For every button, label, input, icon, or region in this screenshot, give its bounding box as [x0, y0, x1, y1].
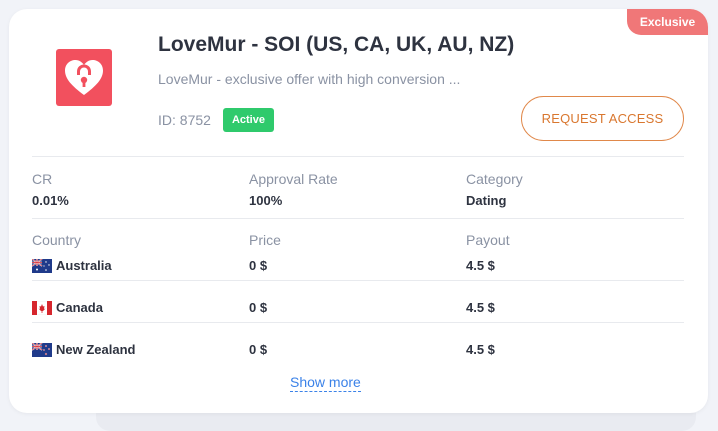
country-name: Australia: [56, 258, 112, 273]
stat-label-cr: CR: [32, 171, 53, 187]
divider: [32, 280, 684, 281]
table-row-country: New Zealand: [32, 342, 135, 357]
divider: [32, 218, 684, 219]
status-badge: Active: [222, 108, 274, 132]
stat-value-approval-rate: 100%: [249, 193, 283, 208]
table-row-price: 0 $: [249, 258, 268, 273]
request-access-button[interactable]: REQUEST ACCESS: [521, 96, 684, 141]
column-header-payout: Payout: [466, 232, 510, 248]
divider: [32, 322, 684, 323]
offer-description: LoveMur - exclusive offer with high conv…: [158, 71, 461, 87]
stat-value-category: Dating: [466, 193, 507, 208]
offer-card: Exclusive LoveMur - SOI (US, CA, UK, AU,…: [9, 9, 708, 413]
country-name: Canada: [56, 300, 103, 315]
stat-value-cr: 0.01%: [32, 193, 69, 208]
ca-flag-icon: [32, 300, 52, 315]
stat-label-category: Category: [466, 171, 523, 187]
card-stack-shadow: [96, 413, 696, 431]
column-header-price: Price: [249, 232, 281, 248]
stat-label-approval-rate: Approval Rate: [249, 171, 338, 187]
table-row-price: 0 $: [249, 342, 268, 357]
offer-logo[interactable]: [56, 49, 112, 106]
offer-id: ID: 8752: [158, 112, 211, 128]
table-row-country: Australia: [32, 258, 112, 273]
table-row-payout: 4.5 $: [466, 342, 495, 357]
nz-flag-icon: [32, 342, 52, 357]
country-name: New Zealand: [56, 342, 136, 357]
heart-lock-icon: [65, 59, 103, 95]
table-row-country: Canada: [32, 300, 103, 315]
column-header-country: Country: [32, 232, 82, 248]
exclusive-badge: Exclusive: [627, 9, 708, 35]
offer-meta: ID: 8752 Active: [158, 108, 274, 132]
table-row-payout: 4.5 $: [466, 300, 495, 315]
table-row-payout: 4.5 $: [466, 258, 495, 273]
table-row-price: 0 $: [249, 300, 268, 315]
offer-title[interactable]: LoveMur - SOI (US, CA, UK, AU, NZ): [158, 33, 514, 57]
divider: [32, 156, 684, 157]
show-more-link[interactable]: Show more: [290, 374, 361, 392]
au-flag-icon: [32, 258, 52, 273]
